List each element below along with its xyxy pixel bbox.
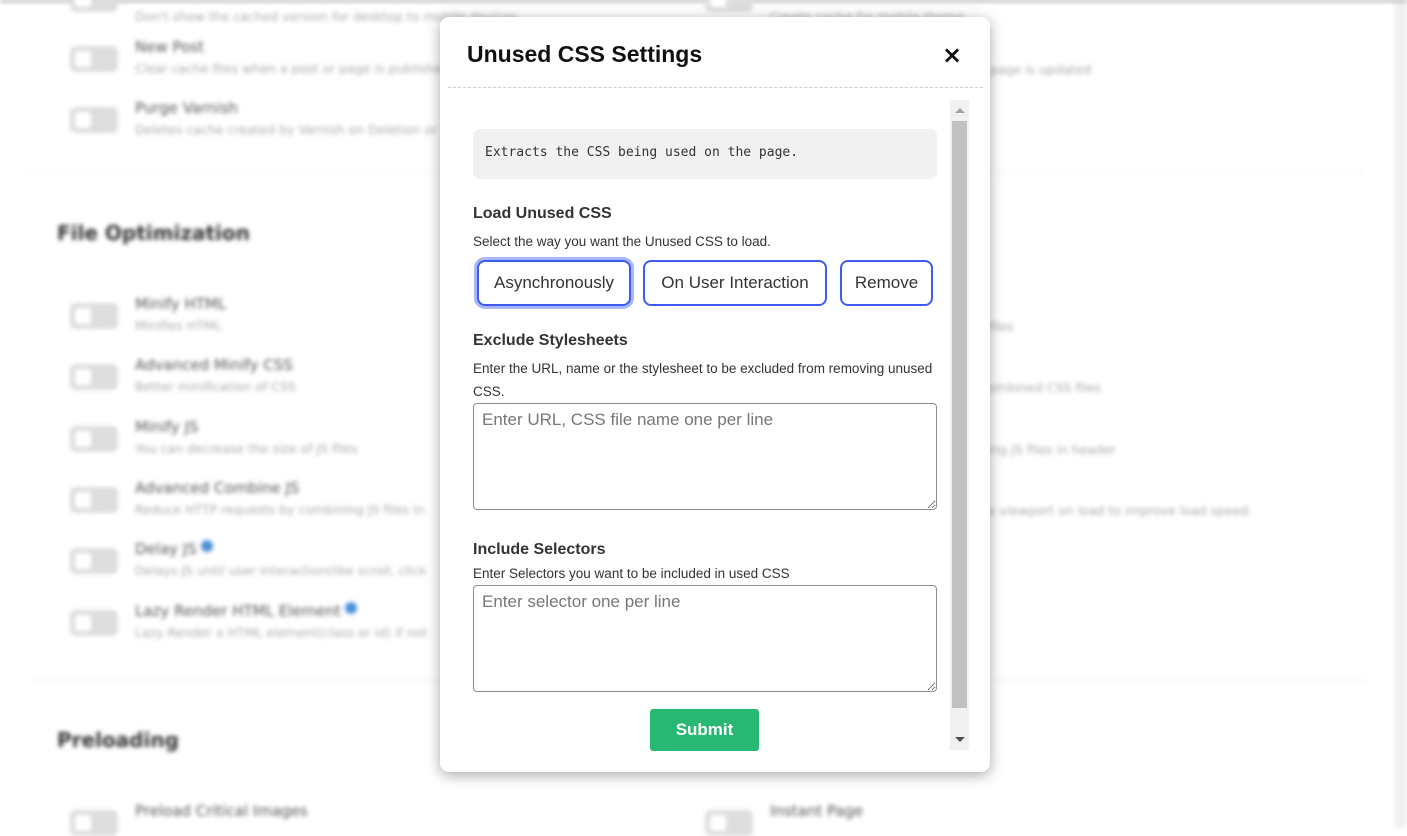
exclude-stylesheets-label: Exclude Stylesheets [473, 332, 628, 349]
setting-title-text: Delay JS [135, 540, 197, 558]
setting-title: Minify JS [135, 418, 199, 436]
header-divider [448, 87, 983, 88]
exclude-stylesheets-textarea[interactable] [473, 403, 937, 510]
option-asynchronously-button[interactable]: Asynchronously [477, 260, 631, 306]
setting-desc: ombined CSS files [988, 380, 1101, 395]
toggle-switch[interactable] [70, 303, 118, 329]
top-border [0, 0, 1407, 2]
unused-css-settings-modal: Unused CSS Settings × Extracts the CSS b… [440, 17, 990, 772]
setting-title: Minify HTML [135, 295, 227, 313]
toggle-switch[interactable] [705, 0, 753, 12]
scroll-up-arrow-icon[interactable] [955, 108, 965, 113]
toggle-switch[interactable] [70, 426, 118, 452]
setting-desc: Delays JS until user interaction(like sc… [135, 563, 427, 578]
setting-title: Delay JS [135, 540, 213, 558]
scrollbar-thumb[interactable] [952, 121, 967, 708]
close-icon[interactable]: × [942, 41, 962, 69]
setting-title-text: Lazy Render HTML Element [135, 602, 341, 620]
load-unused-css-label: Load Unused CSS [473, 205, 612, 222]
info-icon[interactable] [200, 540, 213, 552]
setting-desc: ing JS files in header [988, 442, 1116, 457]
toggle-switch[interactable] [705, 810, 753, 836]
exclude-stylesheets-desc: Enter the URL, name or the stylesheet to… [473, 361, 933, 399]
load-unused-css-desc: Select the way you want the Unused CSS t… [473, 234, 771, 249]
setting-desc: Lazy Render a HTML element(class or id) … [135, 625, 428, 640]
setting-title: Advanced Minify CSS [135, 356, 293, 374]
include-selectors-label: Include Selectors [473, 541, 606, 558]
setting-desc: Reduce HTTP requests by combining JS fil… [135, 502, 425, 517]
section-heading: File Optimization [57, 221, 250, 245]
toggle-switch[interactable] [70, 364, 118, 390]
page-scrollbar[interactable] [1395, 2, 1407, 828]
include-selectors-textarea[interactable] [473, 585, 937, 692]
toggle-switch[interactable] [70, 487, 118, 513]
setting-title: Preload Critical Images [135, 802, 308, 820]
submit-button[interactable]: Submit [650, 709, 759, 751]
setting-title: New Post [135, 38, 204, 56]
modal-scrollbar[interactable] [950, 100, 969, 750]
include-selectors-desc: Enter Selectors you want to be included … [473, 566, 790, 581]
toggle-switch[interactable] [70, 107, 118, 133]
toggle-switch[interactable] [70, 0, 118, 12]
section-heading: Preloading [57, 728, 179, 752]
info-box: Extracts the CSS being used on the page. [473, 129, 937, 179]
setting-desc: page is updated [990, 62, 1092, 77]
toggle-switch[interactable] [70, 610, 118, 636]
setting-desc: Minifies HTML [135, 318, 222, 333]
modal-title: Unused CSS Settings [467, 41, 703, 67]
setting-desc: Better minification of CSS [135, 379, 296, 394]
toggle-switch[interactable] [70, 46, 118, 72]
setting-desc: Deletes cache created by Varnish on Dele… [135, 122, 438, 137]
scroll-down-arrow-icon[interactable] [955, 737, 965, 742]
setting-desc: files [988, 319, 1014, 334]
option-on-user-interaction-button[interactable]: On User Interaction [643, 260, 827, 306]
info-icon[interactable] [344, 602, 357, 614]
setting-desc: Clear cache files when a post or page is… [135, 61, 450, 76]
setting-title: Instant Page [770, 802, 864, 820]
setting-title: Advanced Combine JS [135, 479, 300, 497]
setting-title: Lazy Render HTML Element [135, 602, 357, 620]
setting-desc: You can decrease the size of JS files [135, 441, 358, 456]
setting-title: Purge Varnish [135, 99, 238, 117]
toggle-switch[interactable] [70, 548, 118, 574]
toggle-switch[interactable] [70, 810, 118, 836]
option-remove-button[interactable]: Remove [840, 260, 933, 306]
setting-desc: e viewport on load to improve load speed… [988, 503, 1253, 518]
